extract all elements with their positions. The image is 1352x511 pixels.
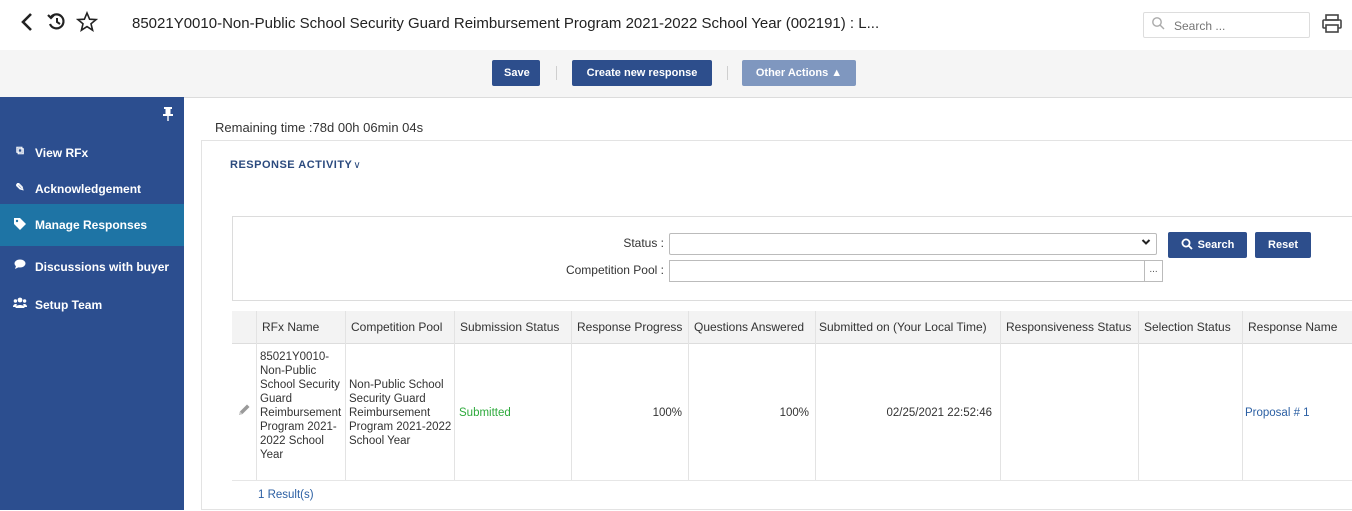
pool-line: Security Guard xyxy=(349,393,426,405)
pin-icon[interactable] xyxy=(163,107,173,121)
search-button-label: Search xyxy=(1197,238,1235,251)
questions-answered-cell: 100% xyxy=(688,344,815,481)
pool-label: Competition Pool : xyxy=(565,263,664,277)
competition-pool-cell: Non-Public School Security Guard Reimbur… xyxy=(345,344,454,481)
chevron-down-icon xyxy=(1141,237,1151,250)
competition-pool-text: Non-Public School Security Guard Reimbur… xyxy=(349,378,451,448)
edit-icon: ✎ xyxy=(15,182,25,194)
response-progress-cell: 100% xyxy=(571,344,688,481)
tag-icon xyxy=(12,217,28,234)
table-header-selection-status[interactable]: Selection Status xyxy=(1138,311,1242,344)
section-title: RESPONSE ACTIVITY xyxy=(230,159,353,171)
main-content: Remaining time :78d 00h 06min 04s RESPON… xyxy=(184,97,1352,510)
pool-line: Program 2021-2022 xyxy=(349,421,452,433)
pool-line: Non-Public School xyxy=(349,379,444,391)
sidebar-item-label: Manage Responses xyxy=(35,218,148,232)
search-input[interactable] xyxy=(1172,15,1306,37)
rfx-name-line: 2022 School xyxy=(260,435,324,447)
rfx-name-text: 85021Y0010- Non-Public School Security G… xyxy=(260,350,341,462)
create-response-button[interactable]: Create new response xyxy=(572,60,712,86)
table-header-response-progress[interactable]: Response Progress xyxy=(571,311,688,344)
sidebar-item-setup-team[interactable]: Setup Team xyxy=(0,284,184,324)
chevron-down-icon: ∨ xyxy=(353,160,362,171)
rfx-name-line: Year xyxy=(260,449,284,461)
sidebar-item-label: Acknowledgement xyxy=(35,182,142,196)
sidebar-item-manage-responses[interactable]: Manage Responses xyxy=(0,204,184,246)
sidebar-item-label: Setup Team xyxy=(35,298,103,312)
table-header-questions-answered[interactable]: Questions Answered xyxy=(688,311,815,344)
sidebar-item-label: Discussions with buyer xyxy=(35,260,170,274)
rfx-name-line: Non-Public xyxy=(260,365,317,377)
reset-button[interactable]: Reset xyxy=(1255,232,1311,258)
response-name-link[interactable]: Proposal # 1 xyxy=(1245,406,1310,420)
team-icon xyxy=(12,297,28,312)
sidebar-item-label: View RFx xyxy=(35,146,89,160)
competition-pool-input[interactable] xyxy=(669,260,1145,282)
rfx-name-cell: 85021Y0010- Non-Public School Security G… xyxy=(256,344,345,481)
remaining-time: Remaining time :78d 00h 06min 04s xyxy=(215,120,424,135)
view-icon: ⧉ xyxy=(16,145,24,157)
rfx-name-line: Guard xyxy=(260,393,292,405)
sidebar-item-discussions[interactable]: Discussions with buyer xyxy=(0,246,184,286)
divider xyxy=(727,66,728,80)
sidebar: ⧉ View RFx ✎ Acknowledgement Manage Resp… xyxy=(0,97,184,510)
table-header-rfx-name[interactable]: RFx Name xyxy=(256,311,345,344)
status-label: Status : xyxy=(623,236,664,250)
page-title: 85021Y0010-Non-Public School Security Gu… xyxy=(132,15,880,32)
star-icon[interactable] xyxy=(75,10,99,38)
submitted-on-cell: 02/25/2021 22:52:46 xyxy=(815,344,1000,481)
history-icon[interactable] xyxy=(46,11,68,38)
search-icon xyxy=(1151,16,1165,33)
rfx-name-line: Reimbursement xyxy=(260,407,342,419)
section-toggle[interactable]: RESPONSE ACTIVITY∨ xyxy=(230,159,361,171)
pool-line: School Year xyxy=(349,435,411,447)
submitted-on-value: 02/25/2021 22:52:46 xyxy=(886,407,992,419)
other-actions-button[interactable]: Other Actions ▲ xyxy=(742,60,856,86)
responses-table: RFx Name Competition Pool Submission Sta… xyxy=(232,311,1352,511)
table-header-submission-status[interactable]: Submission Status xyxy=(454,311,571,344)
table-header-competition-pool[interactable]: Competition Pool xyxy=(345,311,454,344)
back-icon[interactable] xyxy=(20,11,34,38)
results-count: 1 Result(s) xyxy=(258,489,314,501)
sidebar-item-view-rfx[interactable]: ⧉ View RFx xyxy=(0,132,184,172)
print-icon[interactable] xyxy=(1321,14,1343,34)
responsiveness-status-cell xyxy=(1000,344,1138,481)
action-toolbar: Save Create new response Other Actions ▲ xyxy=(0,50,1352,98)
search-button[interactable]: Search xyxy=(1168,232,1247,258)
divider xyxy=(556,66,557,80)
table-header-response-name[interactable]: Response Name xyxy=(1242,311,1352,344)
status-badge: Submitted xyxy=(459,407,511,419)
rfx-name-line: Program 2021- xyxy=(260,421,337,433)
filter-panel: Status : Competition Pool : ... Search R… xyxy=(232,216,1352,301)
chat-icon xyxy=(12,259,28,273)
save-button[interactable]: Save xyxy=(492,60,540,86)
response-name-cell: Proposal # 1 xyxy=(1242,344,1352,481)
search-icon xyxy=(1181,238,1193,253)
table-header-submitted-on[interactable]: Submitted on (Your Local Time) xyxy=(815,311,1000,344)
questions-answered-value: 100% xyxy=(779,407,809,419)
top-bar: 85021Y0010-Non-Public School Security Gu… xyxy=(0,0,1352,51)
pencil-icon[interactable] xyxy=(237,403,251,420)
rfx-name-line: 85021Y0010- xyxy=(260,351,330,363)
submission-status-cell: Submitted xyxy=(454,344,571,481)
rfx-name-line: School Security xyxy=(260,379,340,391)
edit-cell xyxy=(232,344,256,481)
response-activity-panel: RESPONSE ACTIVITY∨ Status : Competition … xyxy=(201,140,1352,510)
table-header-responsiveness-status[interactable]: Responsiveness Status xyxy=(1000,311,1138,344)
table-header-cell xyxy=(232,311,256,344)
pool-line: Reimbursement xyxy=(349,407,431,419)
response-progress-value: 100% xyxy=(652,407,682,419)
status-select[interactable] xyxy=(669,233,1157,255)
global-search[interactable] xyxy=(1143,12,1310,38)
sidebar-item-acknowledgement[interactable]: ✎ Acknowledgement xyxy=(0,168,184,208)
selection-status-cell xyxy=(1138,344,1242,481)
pool-picker-button[interactable]: ... xyxy=(1144,260,1163,282)
